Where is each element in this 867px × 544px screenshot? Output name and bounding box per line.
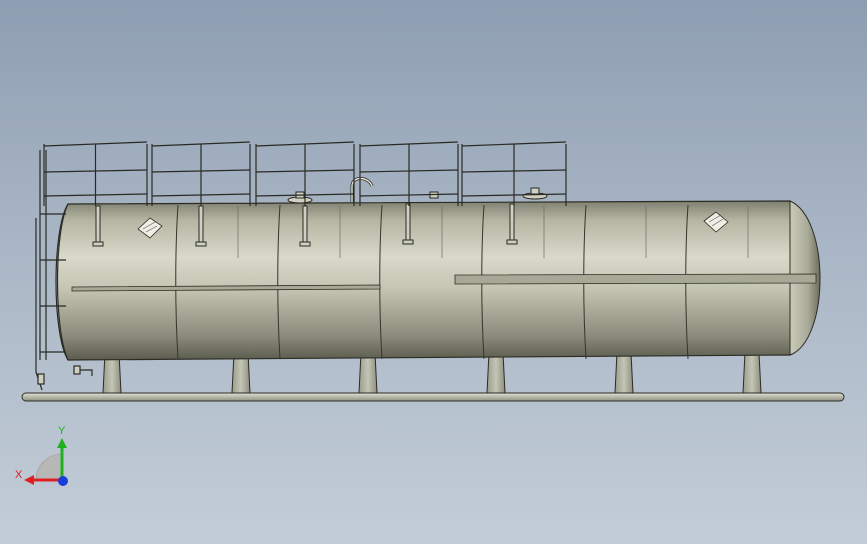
coordinate-triad	[24, 438, 68, 486]
x-axis-label: X	[15, 469, 23, 481]
graphics-viewport[interactable]: X Y	[0, 0, 867, 544]
y-axis-label: Y	[58, 425, 66, 437]
triad-plane	[35, 453, 63, 481]
z-axis-dot	[58, 476, 68, 486]
